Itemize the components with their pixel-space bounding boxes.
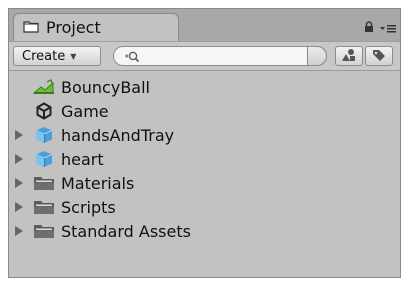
- tab-label: Project: [46, 18, 101, 37]
- tree-item-materials[interactable]: Materials: [9, 171, 400, 195]
- tree-item-label: Materials: [61, 173, 135, 193]
- tree-item-heart[interactable]: heart: [9, 147, 400, 171]
- tree-item-label: Standard Assets: [61, 221, 191, 241]
- folder-icon: [23, 18, 39, 37]
- tab-bar: Project: [9, 9, 400, 41]
- expand-arrow-icon[interactable]: [14, 153, 24, 165]
- create-button[interactable]: Create ▼: [13, 46, 101, 66]
- tree-item-scripts[interactable]: Scripts: [9, 195, 400, 219]
- expand-arrow-icon[interactable]: [14, 129, 24, 141]
- tree-item-game[interactable]: Game: [9, 99, 400, 123]
- create-label: Create: [22, 48, 66, 64]
- search-field[interactable]: [113, 46, 327, 66]
- tab-project[interactable]: Project: [13, 13, 179, 41]
- tree-item-bouncyball[interactable]: BouncyBall: [9, 75, 400, 99]
- expand-arrow-icon[interactable]: [14, 225, 24, 237]
- tree-item-handsandtray[interactable]: handsAndTray: [9, 123, 400, 147]
- folder-icon: [32, 222, 56, 240]
- tree-item-label: handsAndTray: [61, 125, 175, 145]
- scene-icon: [32, 78, 56, 96]
- asset-tree: BouncyBall Game handsAndTray heart Mater…: [9, 75, 400, 243]
- toolbar: Create ▼: [9, 41, 400, 71]
- prefab-icon: [32, 126, 56, 144]
- tree-item-label: BouncyBall: [61, 77, 150, 97]
- tree-item-label: heart: [61, 149, 104, 169]
- panel-menu-icon[interactable]: [380, 18, 396, 37]
- shapes-icon: [341, 47, 357, 66]
- unity-icon: [32, 102, 56, 120]
- search-cancel-button[interactable]: [307, 46, 327, 66]
- folder-icon: [32, 174, 56, 192]
- expand-arrow-icon[interactable]: [14, 201, 24, 213]
- folder-icon: [32, 198, 56, 216]
- search-icon: [124, 49, 140, 68]
- prefab-icon: [32, 150, 56, 168]
- tree-item-label: Scripts: [61, 197, 116, 217]
- tree-item-label: Game: [61, 101, 109, 121]
- expand-arrow-icon[interactable]: [14, 177, 24, 189]
- project-panel: Project Create ▼ BouncyBall Game handsAn…: [8, 8, 401, 278]
- tree-item-standard-assets[interactable]: Standard Assets: [9, 219, 400, 243]
- lock-icon[interactable]: [364, 18, 374, 37]
- caret-down-icon: ▼: [70, 51, 77, 61]
- type-filter-button[interactable]: [335, 46, 363, 66]
- tag-icon: [371, 47, 387, 66]
- tab-controls: [364, 18, 396, 37]
- label-filter-button[interactable]: [365, 46, 393, 66]
